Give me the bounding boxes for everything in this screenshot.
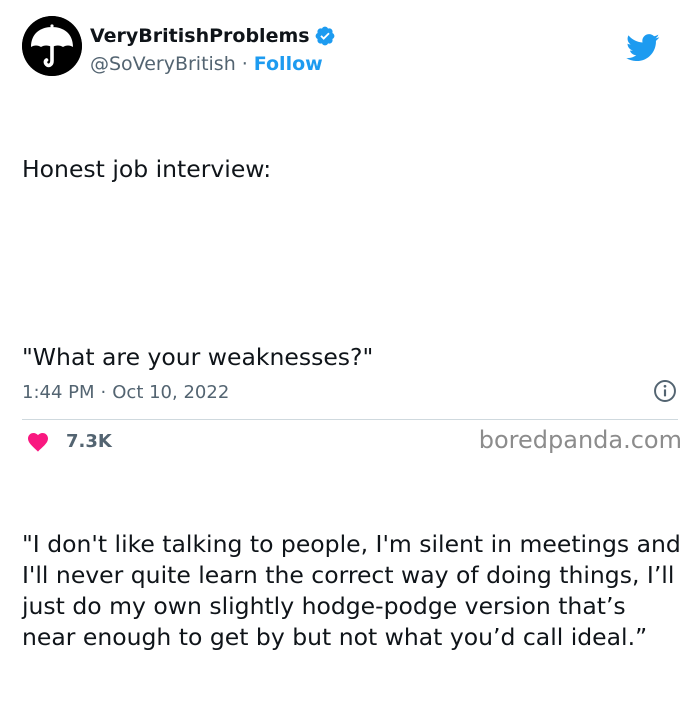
follow-button[interactable]: Follow: [254, 53, 323, 75]
divider: [22, 419, 678, 420]
umbrella-icon: [22, 16, 82, 76]
tweet-card: VeryBritishProblems @SoVeryBritish · Fol…: [0, 0, 700, 651]
verified-badge-icon: [314, 25, 336, 47]
tweet-line-2: "What are your weaknesses?": [22, 342, 374, 371]
tweet-time[interactable]: 1:44 PM: [22, 382, 95, 403]
twitter-bird-icon[interactable]: [626, 34, 660, 62]
timestamp-row: 1:44 PM · Oct 10, 2022: [22, 378, 678, 406]
tweet-header: VeryBritishProblems @SoVeryBritish · Fol…: [22, 16, 682, 80]
heart-icon: [28, 433, 48, 452]
tweet-line-1: Honest job interview:: [22, 155, 272, 184]
author-avatar[interactable]: [22, 16, 82, 76]
source-watermark: boredpanda.com: [478, 426, 682, 454]
like-count: 7.3K: [66, 430, 112, 452]
info-icon[interactable]: [652, 378, 678, 404]
author-display-name[interactable]: VeryBritishProblems: [90, 25, 310, 47]
like-button[interactable]: 7.3K: [26, 430, 112, 452]
author-handle[interactable]: @SoVeryBritish: [90, 53, 236, 75]
tweet-footer: 7.3K boredpanda.com: [22, 426, 682, 458]
handle-separator: ·: [241, 53, 248, 75]
tweet-line-3: "I don't like talking to people, I'm sil…: [22, 529, 689, 652]
author-info: VeryBritishProblems @SoVeryBritish · Fol…: [90, 24, 336, 76]
handle-row: @SoVeryBritish · Follow: [90, 52, 336, 76]
tweet-date[interactable]: Oct 10, 2022: [112, 382, 229, 403]
name-row: VeryBritishProblems: [90, 24, 336, 48]
timestamp-separator: ·: [100, 381, 107, 403]
